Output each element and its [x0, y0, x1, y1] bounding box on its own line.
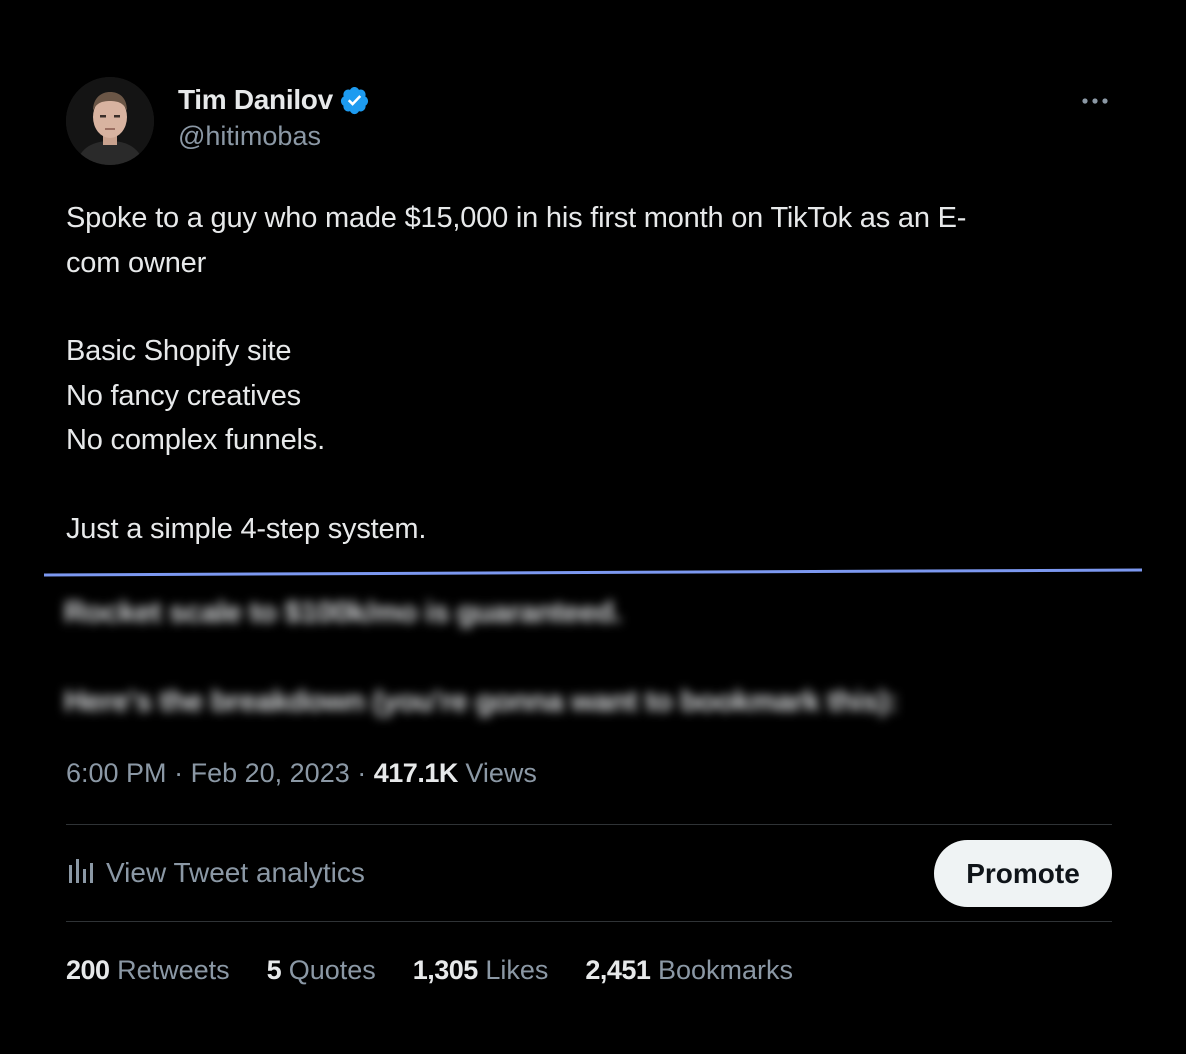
verified-badge-icon[interactable] [339, 85, 370, 116]
bar-chart-icon [68, 855, 94, 890]
stat-label: Bookmarks [657, 955, 794, 985]
retweets-stat[interactable]: 200 Retweets [66, 955, 230, 986]
likes-stat[interactable]: 1,305 Likes [413, 955, 549, 986]
divider [66, 824, 1112, 825]
profile-photo-icon [66, 77, 154, 165]
tweet-line: com owner [66, 246, 207, 279]
stat-count: 5 [266, 955, 282, 985]
view-analytics-label[interactable]: View Tweet analytics [106, 857, 365, 889]
quotes-stat[interactable]: 5 Quotes [267, 955, 376, 986]
stat-count: 200 [66, 955, 110, 985]
views-label: Views [465, 758, 537, 788]
author-name-row[interactable]: Tim Danilov [178, 84, 370, 116]
stat-count: 2,451 [585, 955, 651, 985]
view-analytics-link[interactable]: View Tweet analytics [68, 855, 365, 890]
more-options-button[interactable] [1076, 88, 1114, 114]
tweet-text: Spoke to a guy who made $15,000 in his f… [66, 196, 1116, 551]
author-handle[interactable]: @hitimobas [178, 121, 321, 152]
blurred-tweet-line: Here's the breakdown (you're gonna want … [64, 685, 898, 718]
avatar[interactable] [66, 77, 154, 165]
divider [66, 921, 1112, 922]
stat-label: Quotes [288, 955, 376, 985]
stat-label: Retweets [117, 955, 230, 985]
tweet-time[interactable]: 6:00 PM [66, 758, 167, 788]
meta-separator: · [174, 758, 184, 788]
tweet-meta: 6:00 PM · Feb 20, 2023 · 417.1K Views [66, 758, 537, 789]
stat-count: 1,305 [412, 955, 479, 985]
bookmarks-stat[interactable]: 2,451 Bookmarks [585, 955, 793, 986]
views-count: 417.1K [373, 758, 459, 788]
author-name[interactable]: Tim Danilov [178, 84, 333, 116]
ellipsis-icon [1082, 98, 1108, 104]
tweet-line: Spoke to a guy who made $15,000 in his f… [66, 202, 967, 234]
promote-button[interactable]: Promote [934, 840, 1112, 907]
tweet-line: Basic Shopify site [66, 335, 292, 367]
blurred-tweet-line: Rocket scale to $100k/mo is guaranteed. [64, 596, 622, 629]
stat-label: Likes [485, 955, 549, 985]
meta-separator: · [357, 758, 367, 788]
tweet-line: No fancy creatives [66, 379, 301, 412]
tweet-date[interactable]: Feb 20, 2023 [191, 758, 350, 788]
tweet-line: No complex funnels. [66, 424, 325, 456]
highlight-divider [44, 568, 1142, 577]
tweet-line: Just a simple 4-step system. [66, 512, 427, 545]
tweet-stats: 200 Retweets 5 Quotes 1,305 Likes 2,451 … [66, 955, 830, 986]
